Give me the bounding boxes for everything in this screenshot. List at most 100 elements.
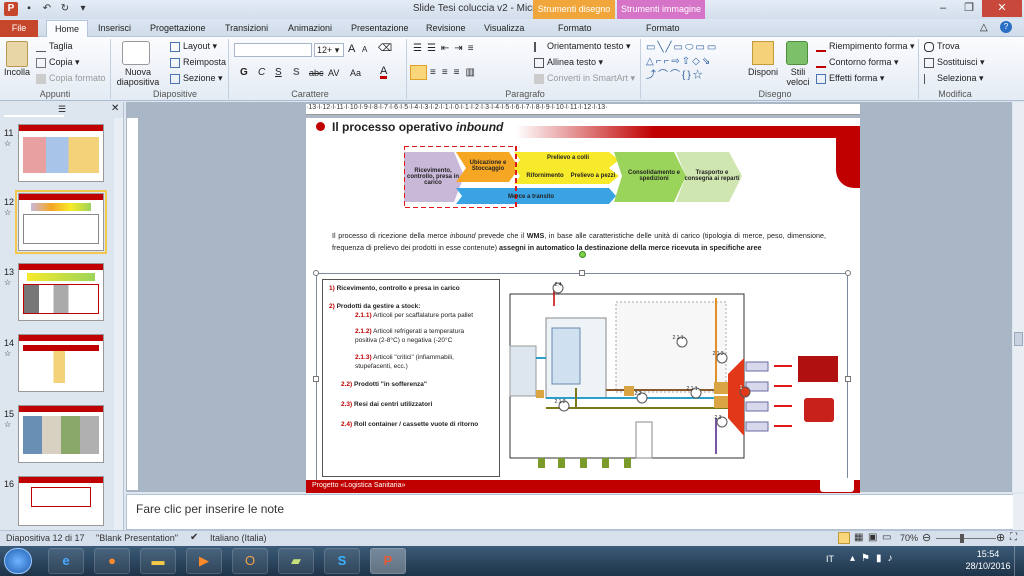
char-spacing-button[interactable]: AV <box>328 68 339 78</box>
resize-handle[interactable] <box>845 270 851 276</box>
notes-scrollbar[interactable] <box>1013 494 1024 530</box>
slide-paragraph[interactable]: Il processo di ricezione della merce inb… <box>332 230 826 254</box>
media-player-icon[interactable]: ▶ <box>186 548 222 574</box>
resize-handle[interactable] <box>313 376 319 382</box>
sorter-view-icon[interactable]: ▦ <box>854 532 863 543</box>
tab-outline[interactable]: ☰ <box>58 104 66 115</box>
align-text-button[interactable]: Allinea testo ▾ <box>534 57 603 68</box>
slide-title[interactable]: Il processo operativo inbound <box>332 120 503 134</box>
align-buttons[interactable]: ≡≡≡▥ <box>430 67 481 78</box>
tray-language[interactable]: IT <box>826 554 834 564</box>
shape-effects-button[interactable]: Effetti forma ▾ <box>816 73 884 84</box>
italic-button[interactable]: C <box>258 67 265 78</box>
select-button[interactable]: Seleziona ▾ <box>924 73 984 84</box>
clear-format-icon[interactable]: ⌫ <box>378 43 392 54</box>
status-language[interactable]: Italiano (Italia) <box>210 533 267 543</box>
arrange-icon[interactable] <box>752 41 774 65</box>
zoom-slider[interactable] <box>936 538 996 539</box>
resize-handle[interactable] <box>579 270 585 276</box>
tab-format-image[interactable]: Formato <box>638 20 688 37</box>
change-case-button[interactable]: Aa <box>350 68 361 78</box>
tab-slides[interactable] <box>4 104 64 117</box>
slide-thumbnail-13[interactable] <box>18 263 104 321</box>
help-icon[interactable]: ? <box>1000 21 1012 33</box>
format-painter-button[interactable]: Copia formato <box>36 73 106 84</box>
section-button[interactable]: Sezione ▾ <box>170 73 223 84</box>
canvas-scrollbar[interactable] <box>1013 102 1024 492</box>
font-size-field[interactable]: 12+ ▾ <box>314 43 344 57</box>
smartart-button[interactable]: Converti in SmartArt ▾ <box>534 73 635 84</box>
shape-outline-button[interactable]: Contorno forma ▾ <box>816 57 899 68</box>
tab-review[interactable]: Revisione <box>418 20 474 37</box>
zoom-level[interactable]: 70% <box>900 533 918 543</box>
spellcheck-icon[interactable]: ✔ <box>190 532 198 543</box>
tab-format-drawing[interactable]: Formato <box>550 20 600 37</box>
new-slide-icon[interactable] <box>122 41 150 65</box>
text-direction-button[interactable]: Orientamento testo ▾ <box>534 41 631 52</box>
tab-file[interactable]: File <box>0 20 38 37</box>
close-button[interactable]: ✕ <box>982 0 1022 17</box>
slide-thumbnail-15[interactable] <box>18 405 104 463</box>
slideshow-view-icon[interactable]: ▭ <box>882 532 891 543</box>
tab-view[interactable]: Visualizza <box>476 20 532 37</box>
tab-slideshow[interactable]: Presentazione <box>343 20 417 37</box>
reading-view-icon[interactable]: ▣ <box>868 532 877 543</box>
tab-animations[interactable]: Animazioni <box>280 20 340 37</box>
new-slide-button[interactable]: Nuova diapositiva <box>116 67 160 87</box>
tab-transitions[interactable]: Transizioni <box>217 20 276 37</box>
bold-button[interactable]: G <box>240 67 248 78</box>
notes-pane[interactable]: Fare clic per inserire le note <box>126 494 1014 530</box>
tab-design[interactable]: Progettazione <box>142 20 214 37</box>
normal-view-icon[interactable] <box>838 532 850 544</box>
show-desktop-button[interactable] <box>1014 546 1024 576</box>
outlook-icon[interactable]: O <box>232 548 268 574</box>
copy-button[interactable]: Copia ▾ <box>36 57 80 68</box>
align-left-button[interactable] <box>410 65 427 80</box>
shape-fill-button[interactable]: Riempimento forma ▾ <box>816 41 915 52</box>
zoom-in-icon[interactable]: ⊕ <box>996 531 1005 544</box>
minimize-button[interactable]: – <box>930 0 956 17</box>
find-button[interactable]: Trova <box>924 41 960 52</box>
zoom-out-icon[interactable]: ⊖ <box>922 531 931 544</box>
resize-handle[interactable] <box>313 270 319 276</box>
grow-font-button[interactable]: A <box>348 43 355 55</box>
tab-home[interactable]: Home <box>46 20 89 37</box>
arrange-button[interactable]: Disponi <box>748 67 778 77</box>
list-buttons[interactable]: ☰☰⇤⇥≡ <box>413 43 479 54</box>
zoom-slider-thumb[interactable] <box>960 534 964 543</box>
start-button[interactable] <box>4 548 32 574</box>
status-theme[interactable]: "Blank Presentation" <box>96 533 178 543</box>
strikethrough-button[interactable]: abc <box>309 68 324 78</box>
shadow-button[interactable]: S <box>293 67 300 78</box>
firefox-icon[interactable]: ● <box>94 548 130 574</box>
sticky-notes-icon[interactable]: ▰ <box>278 548 314 574</box>
underline-button[interactable]: S <box>275 67 282 78</box>
legend-box[interactable]: 1) Ricevimento, controllo e presa in car… <box>322 279 500 477</box>
close-panel-icon[interactable]: ✕ <box>111 103 119 114</box>
slide-thumbnail-11[interactable] <box>18 124 104 182</box>
ribbon-minimize-icon[interactable]: △ <box>980 22 988 33</box>
paste-icon[interactable] <box>6 41 28 67</box>
paste-button[interactable]: Incolla <box>4 67 30 77</box>
fit-slide-icon[interactable]: ⛶ <box>1010 532 1017 543</box>
maximize-button[interactable]: ❐ <box>956 0 982 17</box>
font-name-field[interactable] <box>234 43 312 57</box>
quick-styles-button[interactable]: Stili veloci <box>784 67 812 87</box>
font-color-button[interactable]: A <box>380 66 388 79</box>
rotate-handle[interactable] <box>579 251 586 258</box>
layout-button[interactable]: Layout ▾ <box>170 41 217 52</box>
skype-icon[interactable]: S <box>324 548 360 574</box>
tray-icons[interactable]: ▴⚑▮♪ <box>850 553 899 564</box>
tab-insert[interactable]: Inserisci <box>90 20 139 37</box>
reset-button[interactable]: Reimposta <box>170 57 226 68</box>
slide-thumbnail-12[interactable] <box>15 190 107 254</box>
internet-explorer-icon[interactable]: e <box>48 548 84 574</box>
slide-thumbnail-16[interactable] <box>18 476 104 526</box>
slide-thumbnail-14[interactable] <box>18 334 104 392</box>
quick-styles-icon[interactable] <box>786 41 808 65</box>
slides-panel-scrollbar[interactable] <box>114 118 123 530</box>
powerpoint-taskbar-icon[interactable]: P <box>370 548 406 574</box>
cut-button[interactable]: Taglia <box>36 41 73 52</box>
replace-button[interactable]: Sostituisci ▾ <box>924 57 985 68</box>
file-explorer-icon[interactable]: ▬ <box>140 548 176 574</box>
